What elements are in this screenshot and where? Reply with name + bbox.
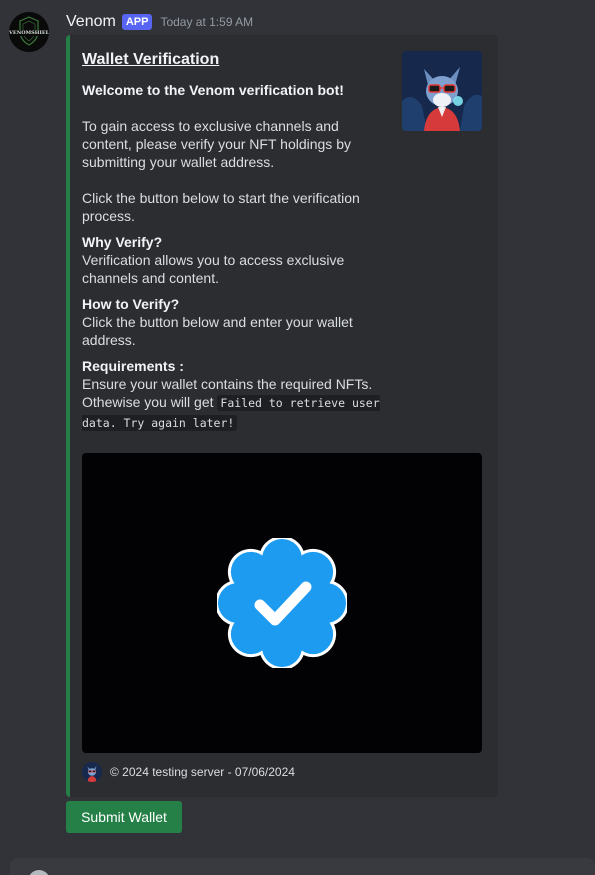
how-to-verify-text: Click the button below and enter your wa… (82, 314, 353, 348)
fox-character-icon (402, 51, 482, 131)
why-verify-text: Verification allows you to access exclus… (82, 252, 345, 286)
why-verify-heading: Why Verify? (82, 234, 163, 250)
bot-avatar[interactable]: VENOMSHIELD (9, 12, 49, 52)
embed-thumbnail[interactable] (402, 51, 482, 131)
requirements-error-line: Othewise you will get Failed to retrieve… (82, 393, 382, 433)
app-badge: APP (121, 14, 153, 30)
welcome-text: Welcome to the Venom verification bot! (82, 82, 344, 98)
avatar-logo-text: VENOMSHIELD (9, 30, 49, 36)
how-to-verify-heading: How to Verify? (82, 296, 180, 312)
message-header: Venom APP Today at 1:59 AM (66, 12, 253, 32)
embed-title: Wallet Verification (82, 51, 220, 68)
footer-text: © 2024 testing server - 07/06/2024 (110, 765, 295, 779)
add-attachment-icon[interactable] (28, 870, 50, 875)
requirements-text: Ensure your wallet contains the required… (82, 376, 373, 392)
embed-description: Welcome to the Venom verification bot! T… (82, 81, 382, 433)
submit-wallet-button[interactable]: Submit Wallet (66, 801, 182, 833)
embed-card: Wallet Verification Welcome to the Venom… (66, 35, 498, 797)
message-input-bar[interactable] (10, 858, 595, 875)
intro-text: To gain access to exclusive channels and… (82, 118, 351, 170)
click-prompt-text: Click the button below to start the veri… (82, 190, 360, 224)
requirements-heading: Requirements : (82, 358, 184, 374)
embed-footer: © 2024 testing server - 07/06/2024 (82, 762, 295, 782)
username[interactable]: Venom (66, 13, 116, 31)
fox-character-icon (82, 762, 102, 782)
requirements-error-prefix: Othewise you will get (82, 394, 218, 410)
timestamp[interactable]: Today at 1:59 AM (160, 15, 253, 29)
embed-image[interactable] (82, 453, 482, 753)
verified-badge-icon (217, 538, 347, 668)
